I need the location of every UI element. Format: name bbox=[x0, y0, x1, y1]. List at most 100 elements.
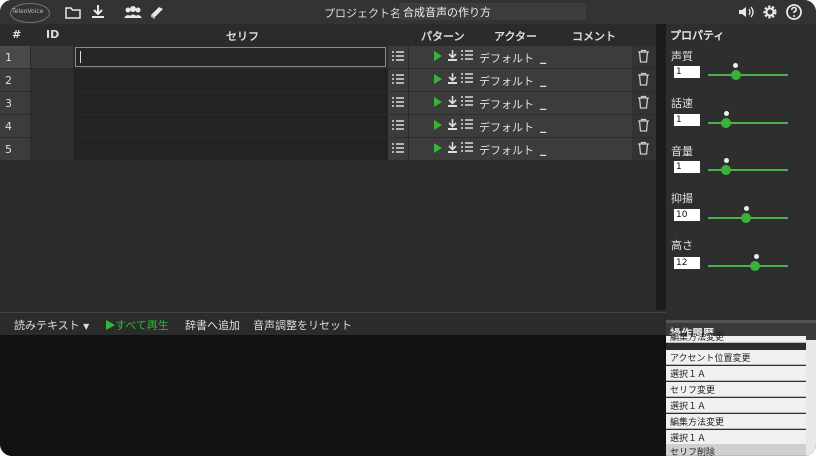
list-icon[interactable] bbox=[461, 49, 473, 61]
speaker-icon[interactable] bbox=[736, 3, 756, 21]
open-folder-icon[interactable] bbox=[64, 3, 82, 21]
download-icon[interactable] bbox=[447, 141, 458, 154]
actor-select[interactable]: デフォルト ▁ bbox=[476, 46, 554, 68]
comment-cell[interactable] bbox=[554, 69, 632, 91]
chevron-down-icon: ▁ bbox=[540, 147, 547, 156]
users-icon[interactable] bbox=[122, 3, 144, 21]
download-icon[interactable] bbox=[447, 72, 458, 85]
app-logo: TeleoVoice bbox=[10, 3, 50, 23]
id-cell[interactable] bbox=[31, 69, 73, 91]
history-item[interactable]: アクセント位置変更 bbox=[666, 350, 806, 365]
intonation-slider[interactable] bbox=[708, 206, 788, 223]
table-row[interactable]: 4 デフォルト ▁ bbox=[0, 115, 656, 137]
properties-panel: プロパティ 声質 1 話速 1 音量 1 抑揚 10 高さ 12 bbox=[666, 24, 816, 320]
list-icon[interactable] bbox=[461, 141, 473, 153]
history-item[interactable]: セリフ削除 bbox=[666, 444, 806, 456]
history-item[interactable]: セリフ変更 bbox=[666, 382, 806, 397]
pitch-slider[interactable] bbox=[708, 254, 788, 271]
properties-title: プロパティ bbox=[670, 29, 725, 42]
menu-icon[interactable] bbox=[392, 73, 404, 85]
history-item[interactable]: 選択１Ａ bbox=[666, 366, 806, 381]
menu-icon[interactable] bbox=[392, 50, 404, 62]
actor-select[interactable]: デフォルト ▁ bbox=[476, 69, 554, 91]
trash-icon[interactable] bbox=[637, 95, 650, 109]
table-row[interactable]: 5 デフォルト ▁ bbox=[0, 138, 656, 160]
download-icon[interactable] bbox=[89, 3, 107, 21]
panel-divider bbox=[666, 320, 816, 323]
speed-input[interactable]: 1 bbox=[674, 114, 700, 126]
col-serif: セリフ bbox=[226, 30, 259, 43]
read-text-dropdown[interactable]: 読みテキスト ▼ bbox=[14, 317, 89, 333]
voice-quality-input[interactable]: 1 bbox=[674, 66, 700, 78]
history-item[interactable]: 編集方法変更 bbox=[666, 333, 806, 343]
serif-input[interactable] bbox=[75, 47, 386, 67]
top-bar: TeleoVoice プロジェクト名 bbox=[0, 0, 816, 24]
play-icon[interactable] bbox=[433, 73, 443, 85]
project-name-input[interactable] bbox=[399, 3, 586, 20]
serif-cell[interactable] bbox=[74, 46, 388, 68]
row-number: 4 bbox=[5, 120, 12, 133]
trash-icon[interactable] bbox=[637, 118, 650, 132]
comment-cell[interactable] bbox=[554, 138, 632, 160]
pitch-input[interactable]: 12 bbox=[674, 257, 700, 269]
id-cell[interactable] bbox=[31, 46, 73, 68]
reset-voice-button[interactable]: 音声調整をリセット bbox=[253, 317, 352, 333]
table-row[interactable]: 1 デフォルト ▁ bbox=[0, 46, 656, 68]
col-pattern: パターン bbox=[421, 30, 465, 43]
help-icon[interactable] bbox=[785, 3, 803, 21]
download-icon[interactable] bbox=[447, 49, 458, 62]
menu-icon[interactable] bbox=[392, 96, 404, 108]
voice-quality-slider[interactable] bbox=[708, 63, 788, 80]
actor-select[interactable]: デフォルト ▁ bbox=[476, 138, 554, 160]
comment-cell[interactable] bbox=[554, 46, 632, 68]
comment-cell[interactable] bbox=[554, 92, 632, 114]
history-scrollbar[interactable] bbox=[806, 340, 816, 456]
volume-input[interactable]: 1 bbox=[674, 161, 700, 173]
table-row[interactable]: 2 デフォルト ▁ bbox=[0, 69, 656, 91]
serif-cell[interactable] bbox=[74, 69, 388, 91]
play-icon[interactable] bbox=[433, 119, 443, 131]
serif-cell[interactable] bbox=[74, 138, 388, 160]
chevron-down-icon: ▁ bbox=[540, 101, 547, 110]
add-dictionary-button[interactable]: 辞書へ追加 bbox=[185, 317, 240, 333]
serif-cell[interactable] bbox=[74, 115, 388, 137]
play-icon[interactable] bbox=[433, 96, 443, 108]
gear-icon[interactable] bbox=[761, 3, 779, 21]
table-row[interactable]: 3 デフォルト ▁ bbox=[0, 92, 656, 114]
chevron-down-icon: ▁ bbox=[540, 124, 547, 133]
actor-select[interactable]: デフォルト ▁ bbox=[476, 92, 554, 114]
id-cell[interactable] bbox=[31, 138, 73, 160]
app-window: TeleoVoice プロジェクト名 # ID セリフ パターン アクター bbox=[0, 0, 816, 456]
id-cell[interactable] bbox=[31, 92, 73, 114]
id-cell[interactable] bbox=[31, 115, 73, 137]
list-icon[interactable] bbox=[461, 118, 473, 130]
list-icon[interactable] bbox=[461, 95, 473, 107]
play-icon[interactable] bbox=[433, 50, 443, 62]
play-icon[interactable] bbox=[433, 142, 443, 154]
download-icon[interactable] bbox=[447, 95, 458, 108]
history-item[interactable]: 編集方法変更 bbox=[666, 414, 806, 429]
volume-slider[interactable] bbox=[708, 158, 788, 175]
trash-icon[interactable] bbox=[637, 49, 650, 63]
play-all-button[interactable]: すべて再生 bbox=[106, 317, 169, 333]
play-icon bbox=[106, 320, 115, 330]
trash-icon[interactable] bbox=[637, 141, 650, 155]
row-number: 1 bbox=[5, 51, 12, 64]
download-icon[interactable] bbox=[447, 118, 458, 131]
speed-slider[interactable] bbox=[708, 111, 788, 128]
col-actor: アクター bbox=[494, 30, 538, 43]
menu-icon[interactable] bbox=[392, 142, 404, 154]
actor-select[interactable]: デフォルト ▁ bbox=[476, 115, 554, 137]
col-comment: コメント bbox=[572, 30, 616, 43]
trash-icon[interactable] bbox=[637, 72, 650, 86]
splitter-bar[interactable] bbox=[656, 24, 666, 310]
intonation-input[interactable]: 10 bbox=[674, 209, 700, 221]
menu-icon[interactable] bbox=[392, 119, 404, 131]
serif-cell[interactable] bbox=[74, 92, 388, 114]
comment-cell[interactable] bbox=[554, 115, 632, 137]
history-item[interactable]: 選択１Ａ bbox=[666, 398, 806, 413]
text-area[interactable] bbox=[0, 335, 666, 456]
dictionary-icon[interactable] bbox=[148, 3, 166, 21]
list-icon[interactable] bbox=[461, 72, 473, 84]
history-item[interactable]: 選択１Ａ bbox=[666, 430, 806, 445]
